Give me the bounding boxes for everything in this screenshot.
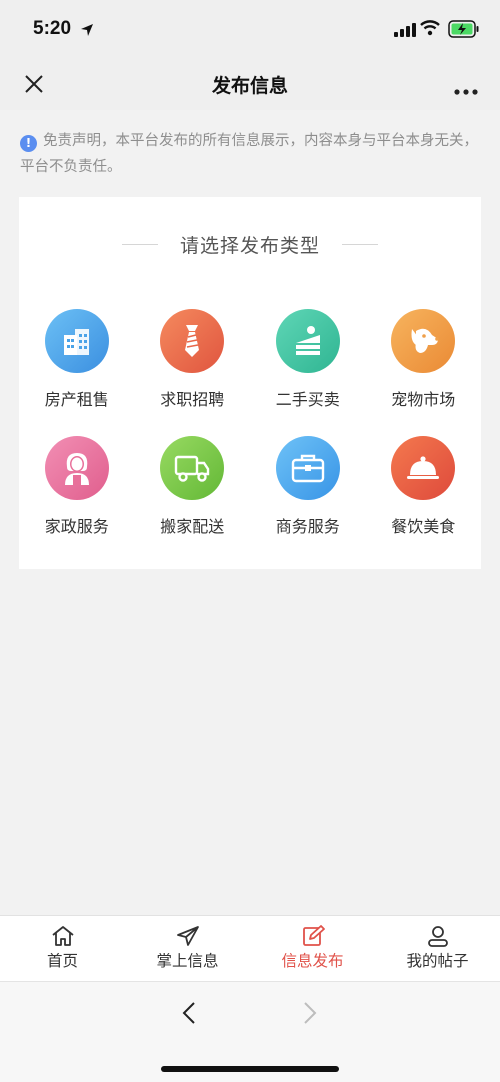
home-indicator bbox=[161, 1066, 339, 1072]
tab-publish[interactable]: 信息发布 bbox=[250, 916, 375, 981]
tab-home[interactable]: 首页 bbox=[0, 916, 125, 981]
chevron-right-icon bbox=[304, 1002, 317, 1024]
category-real-estate[interactable]: 房产租售 bbox=[19, 309, 135, 410]
signal-icon bbox=[394, 22, 416, 41]
tab-my-posts[interactable]: 我的帖子 bbox=[375, 916, 500, 981]
status-bar: 5:20 bbox=[0, 0, 500, 58]
divider-line bbox=[121, 243, 158, 245]
chevron-left-icon bbox=[182, 1002, 195, 1024]
category-label: 二手买卖 bbox=[275, 390, 340, 409]
paper-plane-icon bbox=[176, 926, 199, 946]
category-grid: 房产租售 求职招聘 二手买卖 宠物市场 家政服务 搬家配送 商务服务 餐饮美食 bbox=[19, 309, 481, 537]
nav-bar: 发布信息 bbox=[0, 58, 500, 110]
cake-icon bbox=[275, 309, 340, 373]
disclaimer: ! 免责声明，本平台发布的所有信息展示，内容本身与平台本身无关，平台不负责任。 bbox=[20, 128, 482, 180]
location-arrow-icon bbox=[80, 22, 94, 41]
home-icon bbox=[51, 926, 74, 946]
category-food[interactable]: 餐饮美食 bbox=[366, 436, 482, 537]
building-icon bbox=[44, 309, 109, 373]
briefcase-icon bbox=[275, 436, 340, 500]
category-second-hand[interactable]: 二手买卖 bbox=[250, 309, 366, 410]
tab-label: 首页 bbox=[46, 952, 78, 970]
tie-icon bbox=[160, 309, 225, 373]
more-icon[interactable] bbox=[454, 80, 478, 99]
category-label: 商务服务 bbox=[275, 517, 340, 536]
status-time: 5:20 bbox=[33, 18, 72, 39]
back-button[interactable] bbox=[176, 1000, 202, 1026]
category-label: 家政服务 bbox=[44, 517, 109, 536]
food-cloche-icon bbox=[391, 436, 456, 500]
page-title: 发布信息 bbox=[211, 75, 288, 97]
card-title: 请选择发布类型 bbox=[179, 234, 320, 257]
tab-label: 掌上信息 bbox=[156, 952, 219, 970]
edit-icon bbox=[302, 925, 325, 946]
category-housekeeping[interactable]: 家政服务 bbox=[19, 436, 135, 537]
category-jobs[interactable]: 求职招聘 bbox=[135, 309, 251, 410]
category-moving[interactable]: 搬家配送 bbox=[135, 436, 251, 537]
browser-toolbar bbox=[0, 981, 500, 1082]
category-label: 餐饮美食 bbox=[391, 517, 456, 536]
card-header: 请选择发布类型 bbox=[19, 231, 481, 257]
category-business[interactable]: 商务服务 bbox=[250, 436, 366, 537]
dog-icon bbox=[391, 309, 456, 373]
info-icon: ! bbox=[20, 135, 37, 152]
tab-bar: 首页 掌上信息 信息发布 我的帖子 bbox=[0, 915, 500, 981]
tab-mobile-info[interactable]: 掌上信息 bbox=[125, 916, 250, 981]
category-label: 房产租售 bbox=[44, 390, 109, 409]
category-label: 搬家配送 bbox=[160, 517, 225, 536]
battery-charging-icon bbox=[448, 20, 480, 42]
wifi-icon bbox=[420, 20, 440, 40]
housekeeper-icon bbox=[44, 436, 109, 500]
category-label: 求职招聘 bbox=[160, 390, 225, 409]
tab-label: 信息发布 bbox=[281, 952, 344, 970]
category-label: 宠物市场 bbox=[391, 390, 456, 409]
forward-button[interactable] bbox=[297, 1000, 323, 1026]
user-icon bbox=[427, 926, 448, 947]
disclaimer-text: 免责声明，本平台发布的所有信息展示，内容本身与平台本身无关，平台不负责任。 bbox=[20, 133, 478, 175]
tab-label: 我的帖子 bbox=[406, 952, 469, 970]
truck-icon bbox=[160, 436, 225, 500]
publish-type-card: 请选择发布类型 房产租售 求职招聘 二手买卖 宠物市场 家政服务 搬家配送 商务… bbox=[19, 197, 481, 569]
divider-line bbox=[342, 243, 378, 245]
category-pets[interactable]: 宠物市场 bbox=[366, 309, 482, 410]
